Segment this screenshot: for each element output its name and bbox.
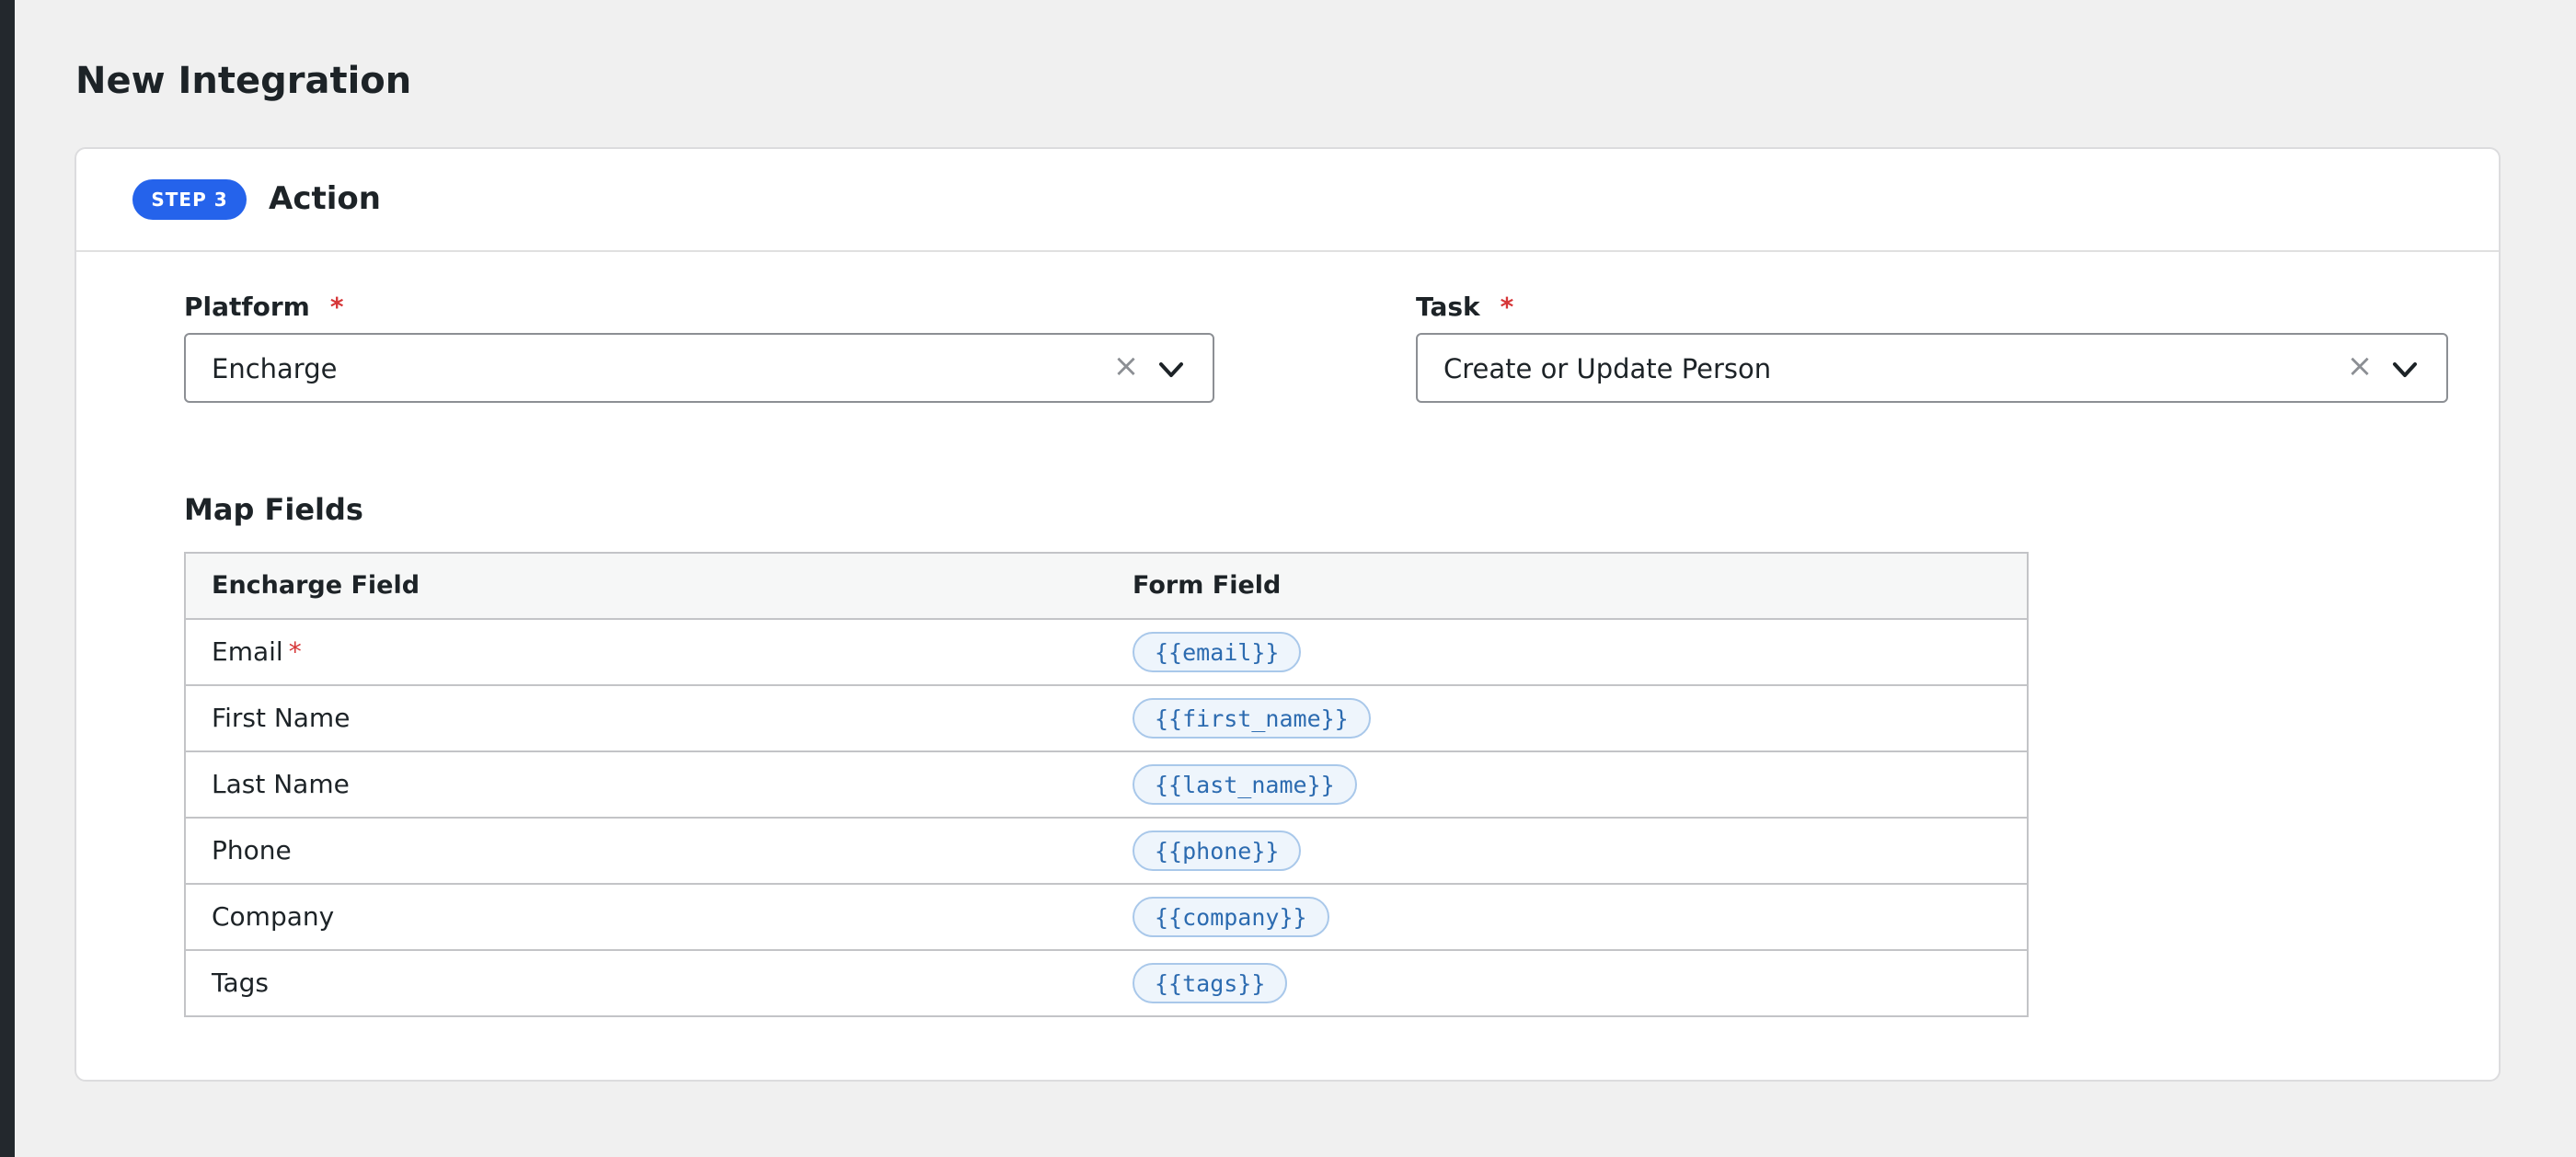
encharge-field-cell: Last Name [184,750,1107,819]
required-marker: * [288,636,302,667]
close-icon[interactable]: × [2345,348,2375,384]
merge-tag-token[interactable]: {{email}} [1133,632,1302,672]
required-marker: * [1500,292,1514,322]
table-row: Last Name {{last_name}} [184,750,2029,819]
field-name: Email [212,636,283,667]
platform-label: Platform * [184,290,343,325]
task-label: Task * [1416,290,1513,325]
field-name: Phone [212,835,292,865]
field-name: Company [212,901,335,932]
form-field-cell: {{company}} [1107,883,2029,951]
step-badge: STEP 3 [132,179,247,220]
table-row: First Name {{first_name}} [184,684,2029,752]
form-field-cell: {{email}} [1107,618,2029,686]
form-field-cell: {{phone}} [1107,817,2029,885]
merge-tag-token[interactable]: {{company}} [1133,897,1329,937]
integration-step-card: STEP 3 Action Platform * Encharge × Task *… [75,147,2501,1082]
field-name: Last Name [212,769,350,799]
encharge-field-cell: First Name [184,684,1107,752]
field-name: First Name [212,703,351,733]
chevron-down-icon[interactable] [2390,357,2420,383]
merge-tag-token[interactable]: {{first_name}} [1133,698,1371,739]
merge-tag-token[interactable]: {{last_name}} [1133,764,1357,805]
step-title: Action [269,180,381,217]
form-field-cell: {{last_name}} [1107,750,2029,819]
task-select[interactable]: Create or Update Person × [1416,333,2448,403]
encharge-field-cell: Company [184,883,1107,951]
task-label-text: Task [1416,292,1480,322]
table-row: Company {{company}} [184,883,2029,951]
table-row: Phone {{phone}} [184,817,2029,885]
close-icon[interactable]: × [1111,348,1141,384]
column-header-encharge-field: Encharge Field [184,552,1107,620]
map-fields-title: Map Fields [184,492,363,527]
admin-sidebar-edge [0,0,15,1157]
platform-select-value: Encharge [212,353,338,384]
task-select-value: Create or Update Person [1443,353,1772,384]
form-field-cell: {{first_name}} [1107,684,2029,752]
field-mapping-table: Encharge Field Form Field Email * {{email… [184,552,2029,1017]
field-name: Tags [212,968,269,998]
chevron-down-icon[interactable] [1156,357,1186,383]
table-row: Tags {{tags}} [184,949,2029,1017]
page-title: New Integration [75,60,412,102]
required-marker: * [329,292,344,322]
column-header-form-field: Form Field [1107,552,2029,620]
table-header-row: Encharge Field Form Field [184,552,2029,620]
form-field-cell: {{tags}} [1107,949,2029,1017]
encharge-field-cell: Phone [184,817,1107,885]
merge-tag-token[interactable]: {{phone}} [1133,831,1302,871]
encharge-field-cell: Email * [184,618,1107,686]
encharge-field-cell: Tags [184,949,1107,1017]
step-header: STEP 3 Action [76,149,2499,252]
table-row: Email * {{email}} [184,618,2029,686]
merge-tag-token[interactable]: {{tags}} [1133,963,1288,1003]
platform-label-text: Platform [184,292,310,322]
platform-select[interactable]: Encharge × [184,333,1214,403]
